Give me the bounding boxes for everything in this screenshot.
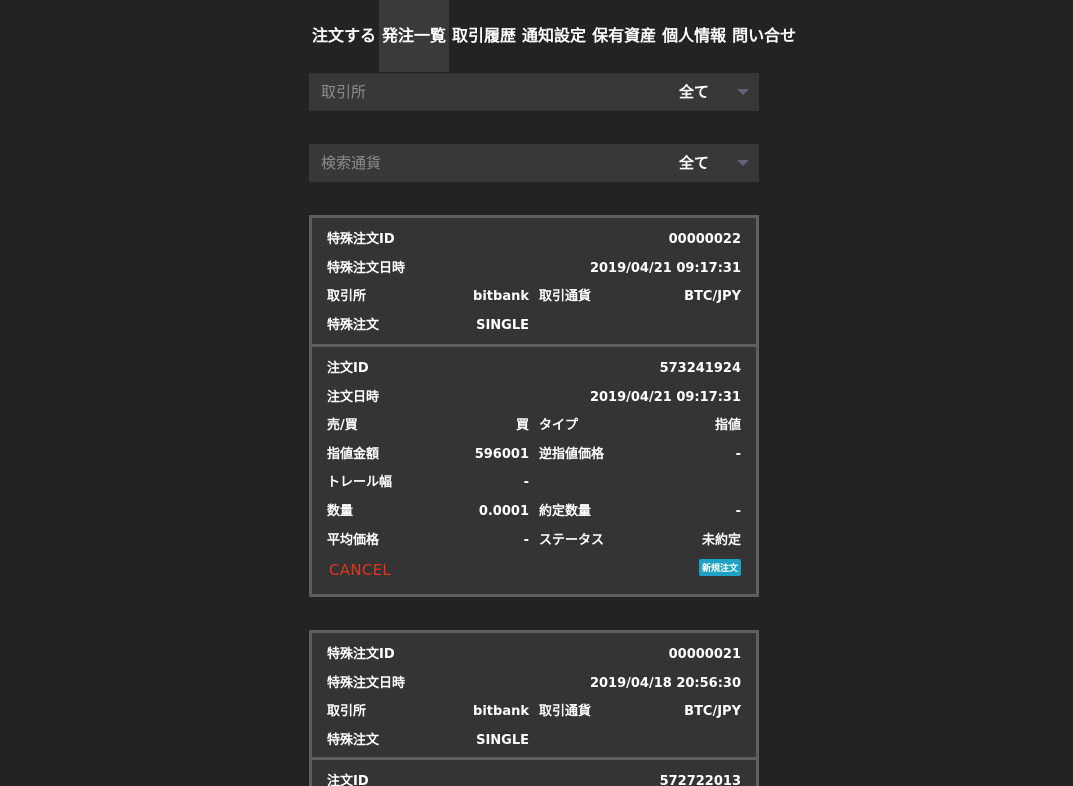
special-order-kind-label: 特殊注文 xyxy=(327,732,380,748)
avg-price-label: 平均価格 xyxy=(327,532,380,548)
quantity-row: 数量 0.0001 約定数量 - xyxy=(327,498,741,527)
new-order-badge: 新規注文 xyxy=(698,559,741,577)
tab-trade-history[interactable]: 取引履歴 xyxy=(449,0,519,72)
tab-holdings[interactable]: 保有資産 xyxy=(589,0,659,72)
pair-value: BTC/JPY xyxy=(684,704,741,720)
order-id-value: 572722013 xyxy=(659,774,741,786)
limit-price-label: 指値金額 xyxy=(327,446,380,462)
special-order-datetime-label: 特殊注文日時 xyxy=(327,675,406,691)
special-order-id-value: 00000022 xyxy=(668,232,741,247)
quantity-value: 0.0001 xyxy=(478,503,529,519)
avg-price-value: - xyxy=(523,532,529,548)
special-order-datetime-label: 特殊注文日時 xyxy=(327,260,406,276)
dropdown-arrow-icon xyxy=(737,89,749,95)
order-id-label: 注文ID xyxy=(327,361,369,376)
currency-filter-select[interactable]: 検索通貨 全て xyxy=(309,144,759,182)
type-value: 指値 xyxy=(714,418,741,434)
exchange-label: 取引所 xyxy=(327,704,367,720)
status-value: 未約定 xyxy=(701,532,741,548)
exchange-label: 取引所 xyxy=(327,289,367,305)
pair-value: BTC/JPY xyxy=(684,289,741,305)
currency-filter-label: 検索通貨 xyxy=(321,154,382,172)
order-detail-section: 注文ID 572722013 xyxy=(312,760,756,786)
side-label: 売/買 xyxy=(327,418,358,434)
tab-order[interactable]: 注文する xyxy=(309,0,379,72)
order-datetime-label: 注文日時 xyxy=(327,389,380,405)
trail-width-value: - xyxy=(523,475,529,491)
quantity-label: 数量 xyxy=(327,503,354,519)
order-id-value: 573241924 xyxy=(659,361,741,376)
special-order-id-row: 特殊注文ID 00000022 xyxy=(327,226,741,255)
special-order-kind-row: 特殊注文 SINGLE xyxy=(327,727,741,756)
stop-price-value: - xyxy=(735,446,741,462)
avg-price-status-row: 平均価格 - ステータス 未約定 xyxy=(327,527,741,556)
order-card: 特殊注文ID 00000021 特殊注文日時 2019/04/18 20:56:… xyxy=(309,630,759,786)
pair-label: 取引通貨 xyxy=(539,704,592,720)
special-order-kind-label: 特殊注文 xyxy=(327,317,380,333)
filled-quantity-label: 約定数量 xyxy=(539,503,592,519)
exchange-pair-row: 取引所 bitbank 取引通貨 BTC/JPY xyxy=(327,698,741,727)
exchange-filter-select[interactable]: 取引所 全て xyxy=(309,73,759,111)
exchange-pair-row: 取引所 bitbank 取引通貨 BTC/JPY xyxy=(327,283,741,312)
exchange-filter-value: 全て xyxy=(679,83,710,101)
tab-notification-settings[interactable]: 通知設定 xyxy=(519,0,589,72)
special-order-kind-value: SINGLE xyxy=(476,732,529,748)
currency-filter-value: 全て xyxy=(679,154,710,172)
stop-price-label: 逆指値価格 xyxy=(539,446,605,462)
special-order-id-label: 特殊注文ID xyxy=(327,647,395,662)
special-order-section: 特殊注文ID 00000022 特殊注文日時 2019/04/21 09:17:… xyxy=(312,218,756,344)
tab-personal-info[interactable]: 個人情報 xyxy=(659,0,729,72)
tab-contact[interactable]: 問い合せ xyxy=(729,0,799,72)
special-order-id-value: 00000021 xyxy=(668,647,741,662)
side-type-row: 売/買 買 タイプ 指値 xyxy=(327,412,741,441)
exchange-value: bitbank xyxy=(473,289,529,305)
exchange-value: bitbank xyxy=(473,704,529,720)
special-order-datetime-row: 特殊注文日時 2019/04/18 20:56:30 xyxy=(327,670,741,699)
order-id-row: 注文ID 572722013 xyxy=(327,768,741,786)
exchange-filter-label: 取引所 xyxy=(321,83,367,101)
order-id-row: 注文ID 573241924 xyxy=(327,355,741,384)
trail-width-row: トレール幅 - xyxy=(327,469,741,498)
special-order-id-label: 特殊注文ID xyxy=(327,232,395,247)
special-order-section: 特殊注文ID 00000021 特殊注文日時 2019/04/18 20:56:… xyxy=(312,633,756,757)
special-order-id-row: 特殊注文ID 00000021 xyxy=(327,641,741,670)
special-order-kind-value: SINGLE xyxy=(476,317,529,333)
special-order-datetime-value: 2019/04/21 09:17:31 xyxy=(589,260,741,276)
order-id-label: 注文ID xyxy=(327,774,369,786)
order-card: 特殊注文ID 00000022 特殊注文日時 2019/04/21 09:17:… xyxy=(309,215,759,597)
type-label: タイプ xyxy=(539,418,579,434)
order-detail-section: 注文ID 573241924 注文日時 2019/04/21 09:17:31 … xyxy=(312,347,756,594)
tab-order-list[interactable]: 発注一覧 xyxy=(379,0,450,72)
pair-label: 取引通貨 xyxy=(539,289,592,305)
price-row: 指値金額 596001 逆指値価格 - xyxy=(327,441,741,470)
status-label: ステータス xyxy=(539,532,605,548)
limit-price-value: 596001 xyxy=(474,446,529,462)
filled-quantity-value: - xyxy=(735,503,741,519)
order-datetime-row: 注文日時 2019/04/21 09:17:31 xyxy=(327,384,741,413)
side-value: 買 xyxy=(515,418,529,434)
order-datetime-value: 2019/04/21 09:17:31 xyxy=(589,389,741,405)
special-order-kind-row: 特殊注文 SINGLE xyxy=(327,312,741,341)
dropdown-arrow-icon xyxy=(737,160,749,166)
trail-width-label: トレール幅 xyxy=(327,475,393,491)
cancel-button[interactable]: CANCEL xyxy=(329,561,391,579)
order-actions: CANCEL 新規注文 xyxy=(327,555,741,589)
special-order-datetime-value: 2019/04/18 20:56:30 xyxy=(589,675,741,691)
main-nav: 注文する 発注一覧 取引履歴 通知設定 保有資産 個人情報 問い合せ xyxy=(309,0,799,72)
special-order-datetime-row: 特殊注文日時 2019/04/21 09:17:31 xyxy=(327,255,741,284)
